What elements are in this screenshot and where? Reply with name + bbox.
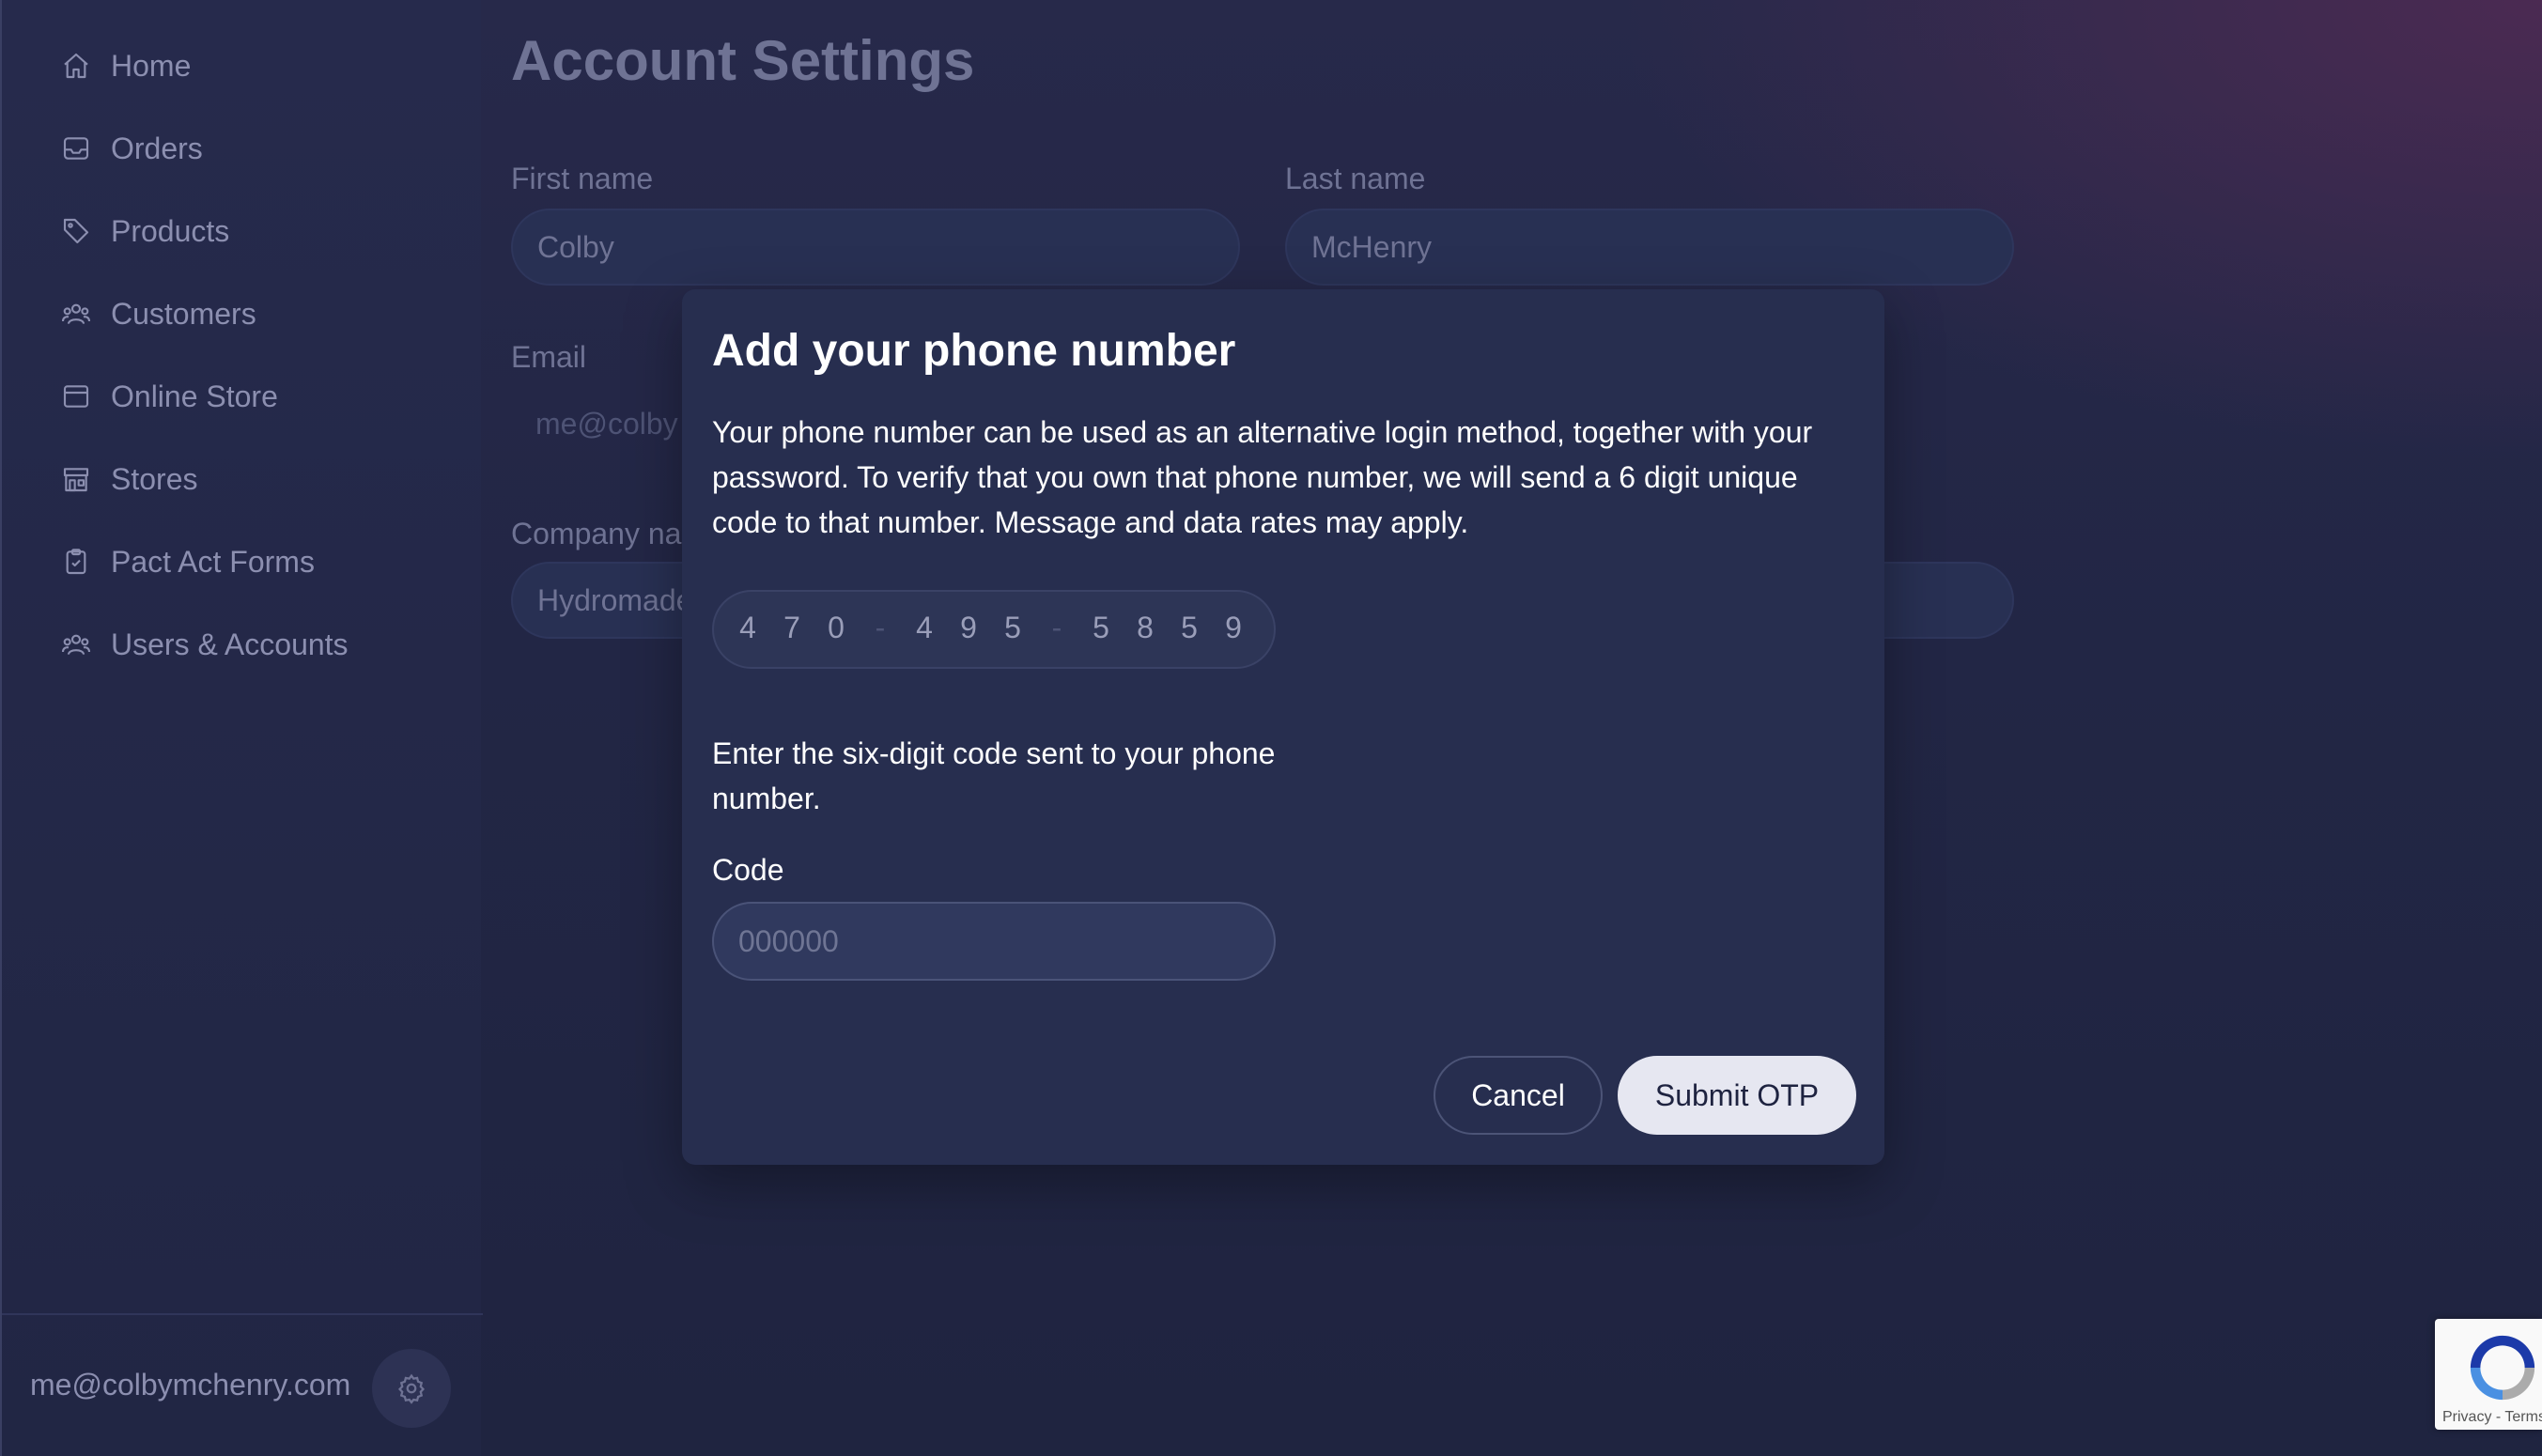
email-label: Email: [511, 340, 587, 374]
phone-number-input[interactable]: 4 7 0 - 4 9 5 - 5 8 5 9: [712, 590, 1276, 669]
phone-digit: 9: [960, 611, 977, 644]
tag-icon: [60, 215, 92, 247]
home-icon: [60, 50, 92, 82]
phone-digit: 7: [783, 611, 800, 644]
sidebar-item-label: Products: [111, 213, 230, 248]
recaptcha-icon: [2470, 1335, 2535, 1401]
phone-separator: -: [875, 611, 886, 644]
phone-digit: 8: [1137, 611, 1154, 644]
sidebar-item-customers[interactable]: Customers: [60, 286, 455, 342]
recaptcha-links[interactable]: Privacy - Terms: [2442, 1409, 2542, 1426]
recaptcha-badge[interactable]: Privacy - Terms: [2435, 1319, 2542, 1430]
otp-code-input[interactable]: [712, 902, 1276, 981]
settings-button[interactable]: [372, 1349, 451, 1428]
clipboard-icon: [60, 546, 92, 578]
users-icon: [60, 628, 92, 660]
sidebar-item-label: Stores: [111, 461, 198, 496]
sidebar-item-orders[interactable]: Orders: [60, 120, 455, 177]
sidebar-item-pact-act-forms[interactable]: Pact Act Forms: [60, 534, 455, 590]
sidebar-item-products[interactable]: Products: [60, 203, 455, 259]
sidebar-item-label: Pact Act Forms: [111, 544, 315, 579]
sidebar-item-home[interactable]: Home: [60, 38, 455, 94]
phone-digit: 5: [1004, 611, 1021, 644]
sidebar-item-users-accounts[interactable]: Users & Accounts: [60, 616, 455, 673]
phone-number-dialog: Add your phone number Your phone number …: [682, 289, 1884, 1165]
gear-icon: [397, 1373, 426, 1404]
sidebar-item-label: Users & Accounts: [111, 627, 349, 661]
phone-digit: 4: [916, 611, 933, 644]
phone-digit: 5: [1093, 611, 1109, 644]
sidebar-item-online-store[interactable]: Online Store: [60, 368, 455, 425]
phone-digit: 5: [1181, 611, 1198, 644]
storefront-icon: [60, 463, 92, 495]
sidebar-footer: me@colbymchenry.com: [2, 1313, 483, 1456]
first-name-field[interactable]: Colby: [511, 209, 1240, 286]
user-email: me@colbymchenry.com: [30, 1368, 351, 1402]
sidebar-item-label: Orders: [111, 131, 203, 165]
code-instructions: Enter the six-digit code sent to your ph…: [712, 736, 1276, 815]
email-field[interactable]: me@colbymchenry.com: [511, 385, 680, 462]
dialog-title: Add your phone number: [712, 326, 1236, 376]
phone-digit: 0: [828, 611, 845, 644]
phone-digit: 9: [1225, 611, 1242, 644]
browser-icon: [60, 380, 92, 412]
sidebar-item-label: Online Store: [111, 379, 278, 413]
company-name-label: Company name: [511, 517, 682, 550]
phone-digit: 4: [739, 611, 756, 644]
sidebar: Home Orders Products Customers Online St…: [0, 0, 483, 1456]
inbox-icon: [60, 132, 92, 164]
last-name-label: Last name: [1285, 162, 1426, 195]
submit-otp-button[interactable]: Submit OTP: [1618, 1056, 1856, 1135]
code-label: Code: [712, 853, 784, 887]
dialog-description: Your phone number can be used as an alte…: [712, 415, 1813, 539]
sidebar-item-label: Customers: [111, 296, 256, 331]
last-name-field[interactable]: McHenry: [1285, 209, 2014, 286]
sidebar-item-stores[interactable]: Stores: [60, 451, 455, 507]
users-icon: [60, 298, 92, 330]
first-name-label: First name: [511, 162, 654, 195]
phone-separator: -: [1051, 611, 1062, 644]
page-title: Account Settings: [511, 29, 975, 92]
cancel-button[interactable]: Cancel: [1434, 1056, 1603, 1135]
sidebar-item-label: Home: [111, 48, 192, 83]
